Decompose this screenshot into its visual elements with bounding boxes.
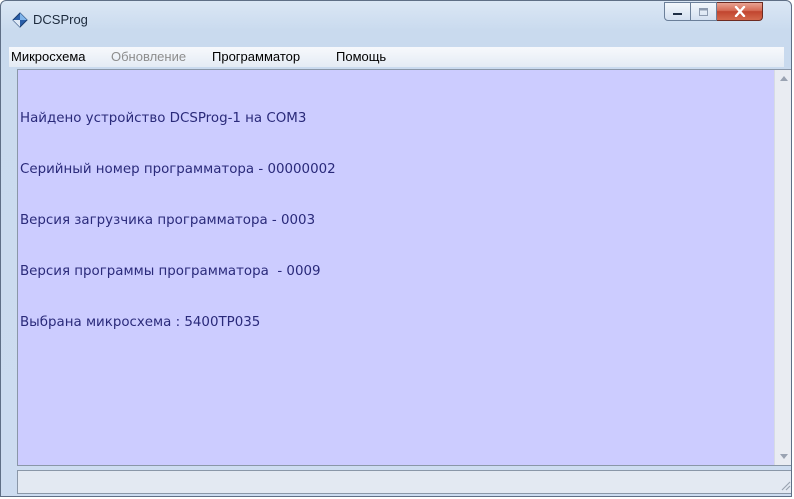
title-bar[interactable]: DCSProg: [1, 1, 791, 39]
scroll-up-arrow-icon: [780, 76, 788, 81]
log-line: Серийный номер программатора - 00000002: [20, 162, 336, 177]
menu-item-chip[interactable]: Микросхема: [11, 49, 86, 64]
menu-item-update[interactable]: Обновление: [111, 49, 186, 64]
window-title: DCSProg: [33, 12, 88, 27]
scroll-up-button[interactable]: [775, 70, 791, 87]
app-icon: [12, 12, 28, 28]
status-bar: [17, 470, 791, 494]
maximize-button[interactable]: [691, 2, 717, 21]
resize-grip-icon[interactable]: [779, 479, 791, 491]
log-line: Выбрана микросхема : 5400ТР035: [20, 315, 261, 330]
minimize-button[interactable]: [664, 2, 691, 21]
menu-item-help[interactable]: Помощь: [336, 49, 386, 64]
maximize-icon: [699, 7, 708, 16]
vertical-scrollbar[interactable]: [774, 70, 791, 465]
log-line: Версия программы программатора - 0009: [20, 264, 321, 279]
app-window: DCSProg Микросхема Обновление Программат…: [0, 0, 792, 497]
log-line: Найдено устройство DCSProg-1 на COM3: [20, 111, 307, 126]
menu-bar: Микросхема Обновление Программатор Помощ…: [9, 47, 784, 67]
scroll-down-button[interactable]: [775, 448, 791, 465]
log-panel[interactable]: Найдено устройство DCSProg-1 на COM3 Сер…: [17, 69, 791, 466]
close-button[interactable]: [717, 2, 763, 21]
log-text: Найдено устройство DCSProg-1 на COM3 Сер…: [20, 76, 773, 365]
log-line: Версия загрузчика программатора - 0003: [20, 213, 316, 228]
close-icon: [734, 6, 745, 17]
menu-item-programmer[interactable]: Программатор: [212, 49, 300, 64]
minimize-icon: [673, 12, 682, 15]
scroll-down-arrow-icon: [780, 454, 788, 459]
